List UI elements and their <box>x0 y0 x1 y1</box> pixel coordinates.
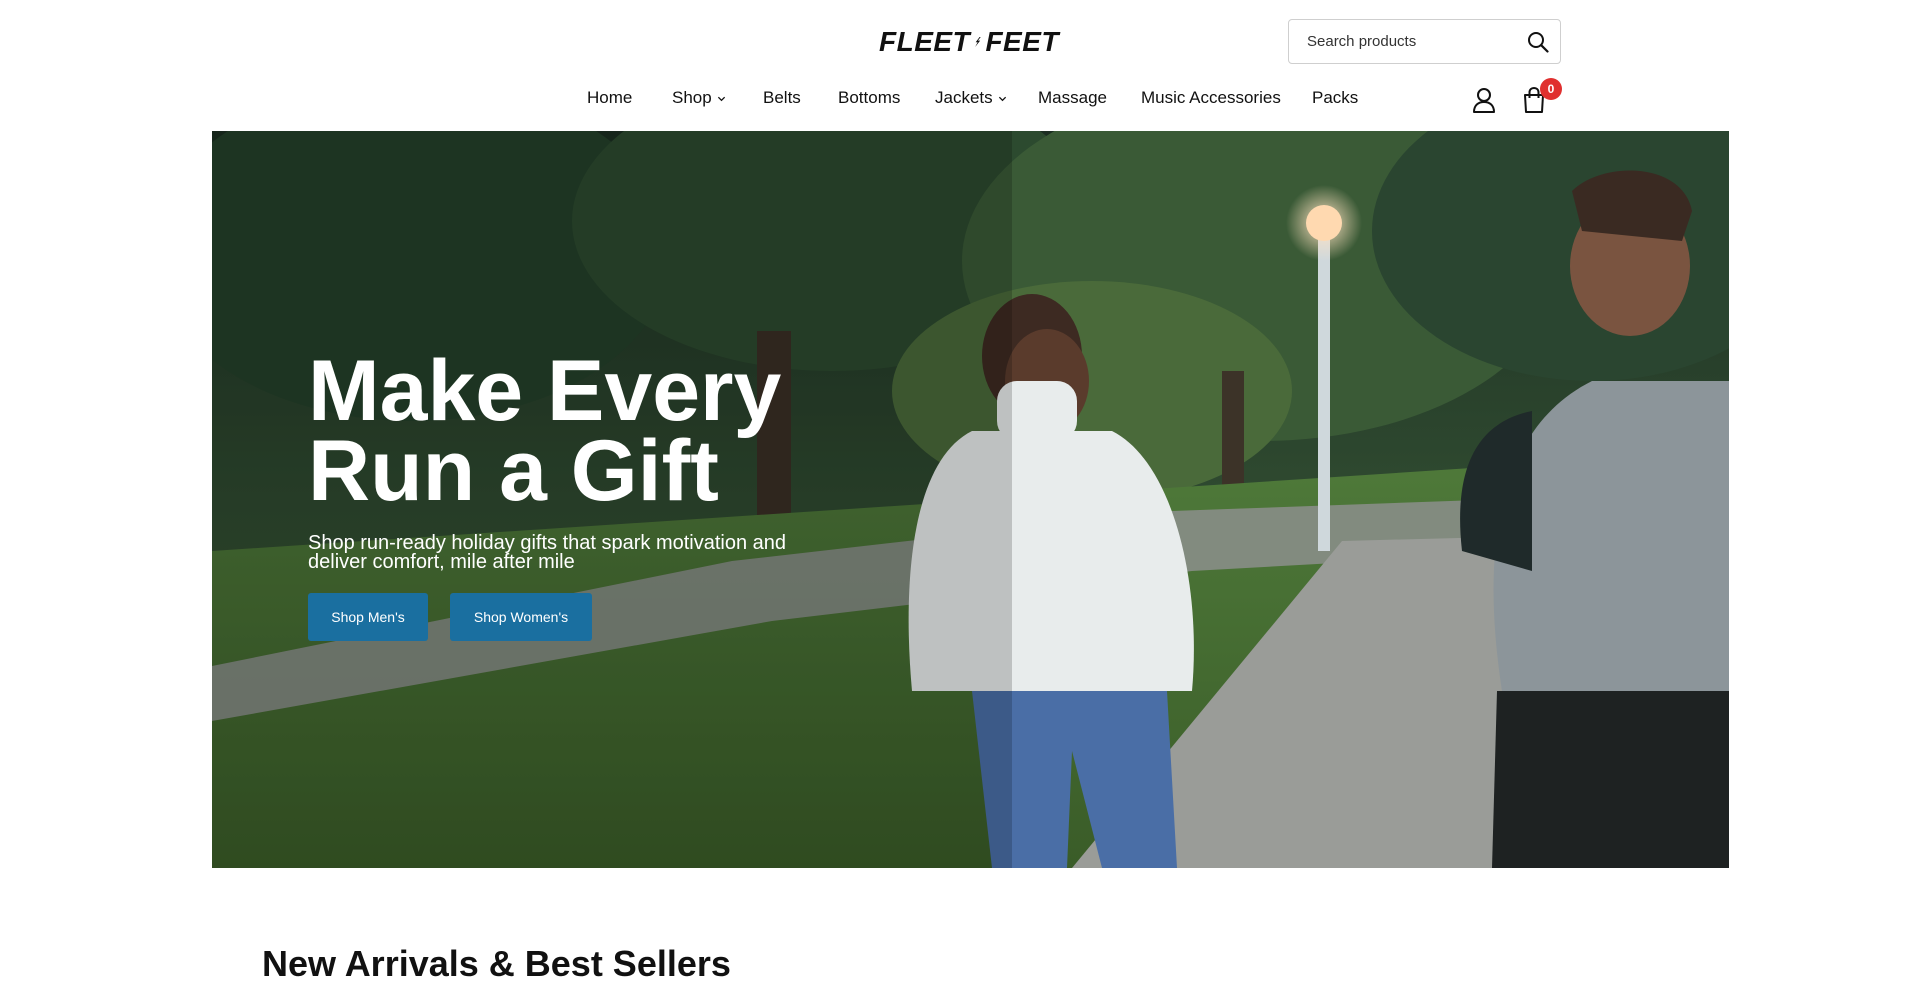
nav-item-massage[interactable]: Massage <box>1038 88 1107 108</box>
nav-item-label: Massage <box>1038 88 1107 107</box>
chevron-down-icon <box>717 96 725 101</box>
nav-item-shop[interactable]: Shop <box>672 88 726 108</box>
search-icon <box>1528 31 1549 53</box>
hero-title: Make Every Run a Gift <box>308 343 868 519</box>
search-box <box>1288 19 1561 64</box>
cart-count-badge: 0 <box>1540 78 1562 100</box>
user-icon <box>1473 88 1495 113</box>
account-button[interactable] <box>1471 86 1497 114</box>
shop-womens-button[interactable]: Shop Women's <box>450 593 592 641</box>
nav-item-belts[interactable]: Belts <box>763 88 801 108</box>
nav-item-packs[interactable]: Packs <box>1312 88 1358 108</box>
hero-banner: Make Every Run a Gift Shop run-ready hol… <box>212 131 1729 868</box>
new-arrivals-heading: New Arrivals & Best Sellers <box>262 943 731 984</box>
hero-title-line-2: Run a Gift <box>308 423 719 519</box>
nav-item-label: Shop <box>672 88 712 107</box>
main-nav: Home Shop Belts Bottoms Jackets Massage … <box>0 80 1920 120</box>
nav-item-label: Jackets <box>935 88 993 107</box>
logo-word-right: FEET <box>985 26 1059 57</box>
brand-logo[interactable]: FLEET FEET <box>879 22 1059 62</box>
nav-item-home[interactable]: Home <box>587 88 632 108</box>
nav-item-label: Music Accessories <box>1141 88 1281 107</box>
search-input[interactable] <box>1289 20 1516 63</box>
chevron-down-icon <box>998 96 1006 101</box>
site-header: FLEET FEET Home Shop Belts Bottoms J <box>0 0 1920 131</box>
search-button[interactable] <box>1516 20 1560 63</box>
nav-item-label: Belts <box>763 88 801 107</box>
nav-item-bottoms[interactable]: Bottoms <box>838 88 900 108</box>
logo-wing-icon <box>975 36 981 48</box>
nav-item-label: Home <box>587 88 633 107</box>
nav-item-music-accessories[interactable]: Music Accessories <box>1141 88 1281 108</box>
logo-word-left: FLEET <box>879 26 971 57</box>
nav-item-jackets[interactable]: Jackets <box>935 88 1007 108</box>
nav-item-label: Bottoms <box>838 88 901 107</box>
hero-title-line-1: Make Every <box>308 343 782 439</box>
nav-item-label: Packs <box>1312 88 1359 107</box>
shop-mens-button[interactable]: Shop Men's <box>308 593 428 641</box>
hero-subtitle: Shop run-ready holiday gifts that spark … <box>308 532 787 573</box>
